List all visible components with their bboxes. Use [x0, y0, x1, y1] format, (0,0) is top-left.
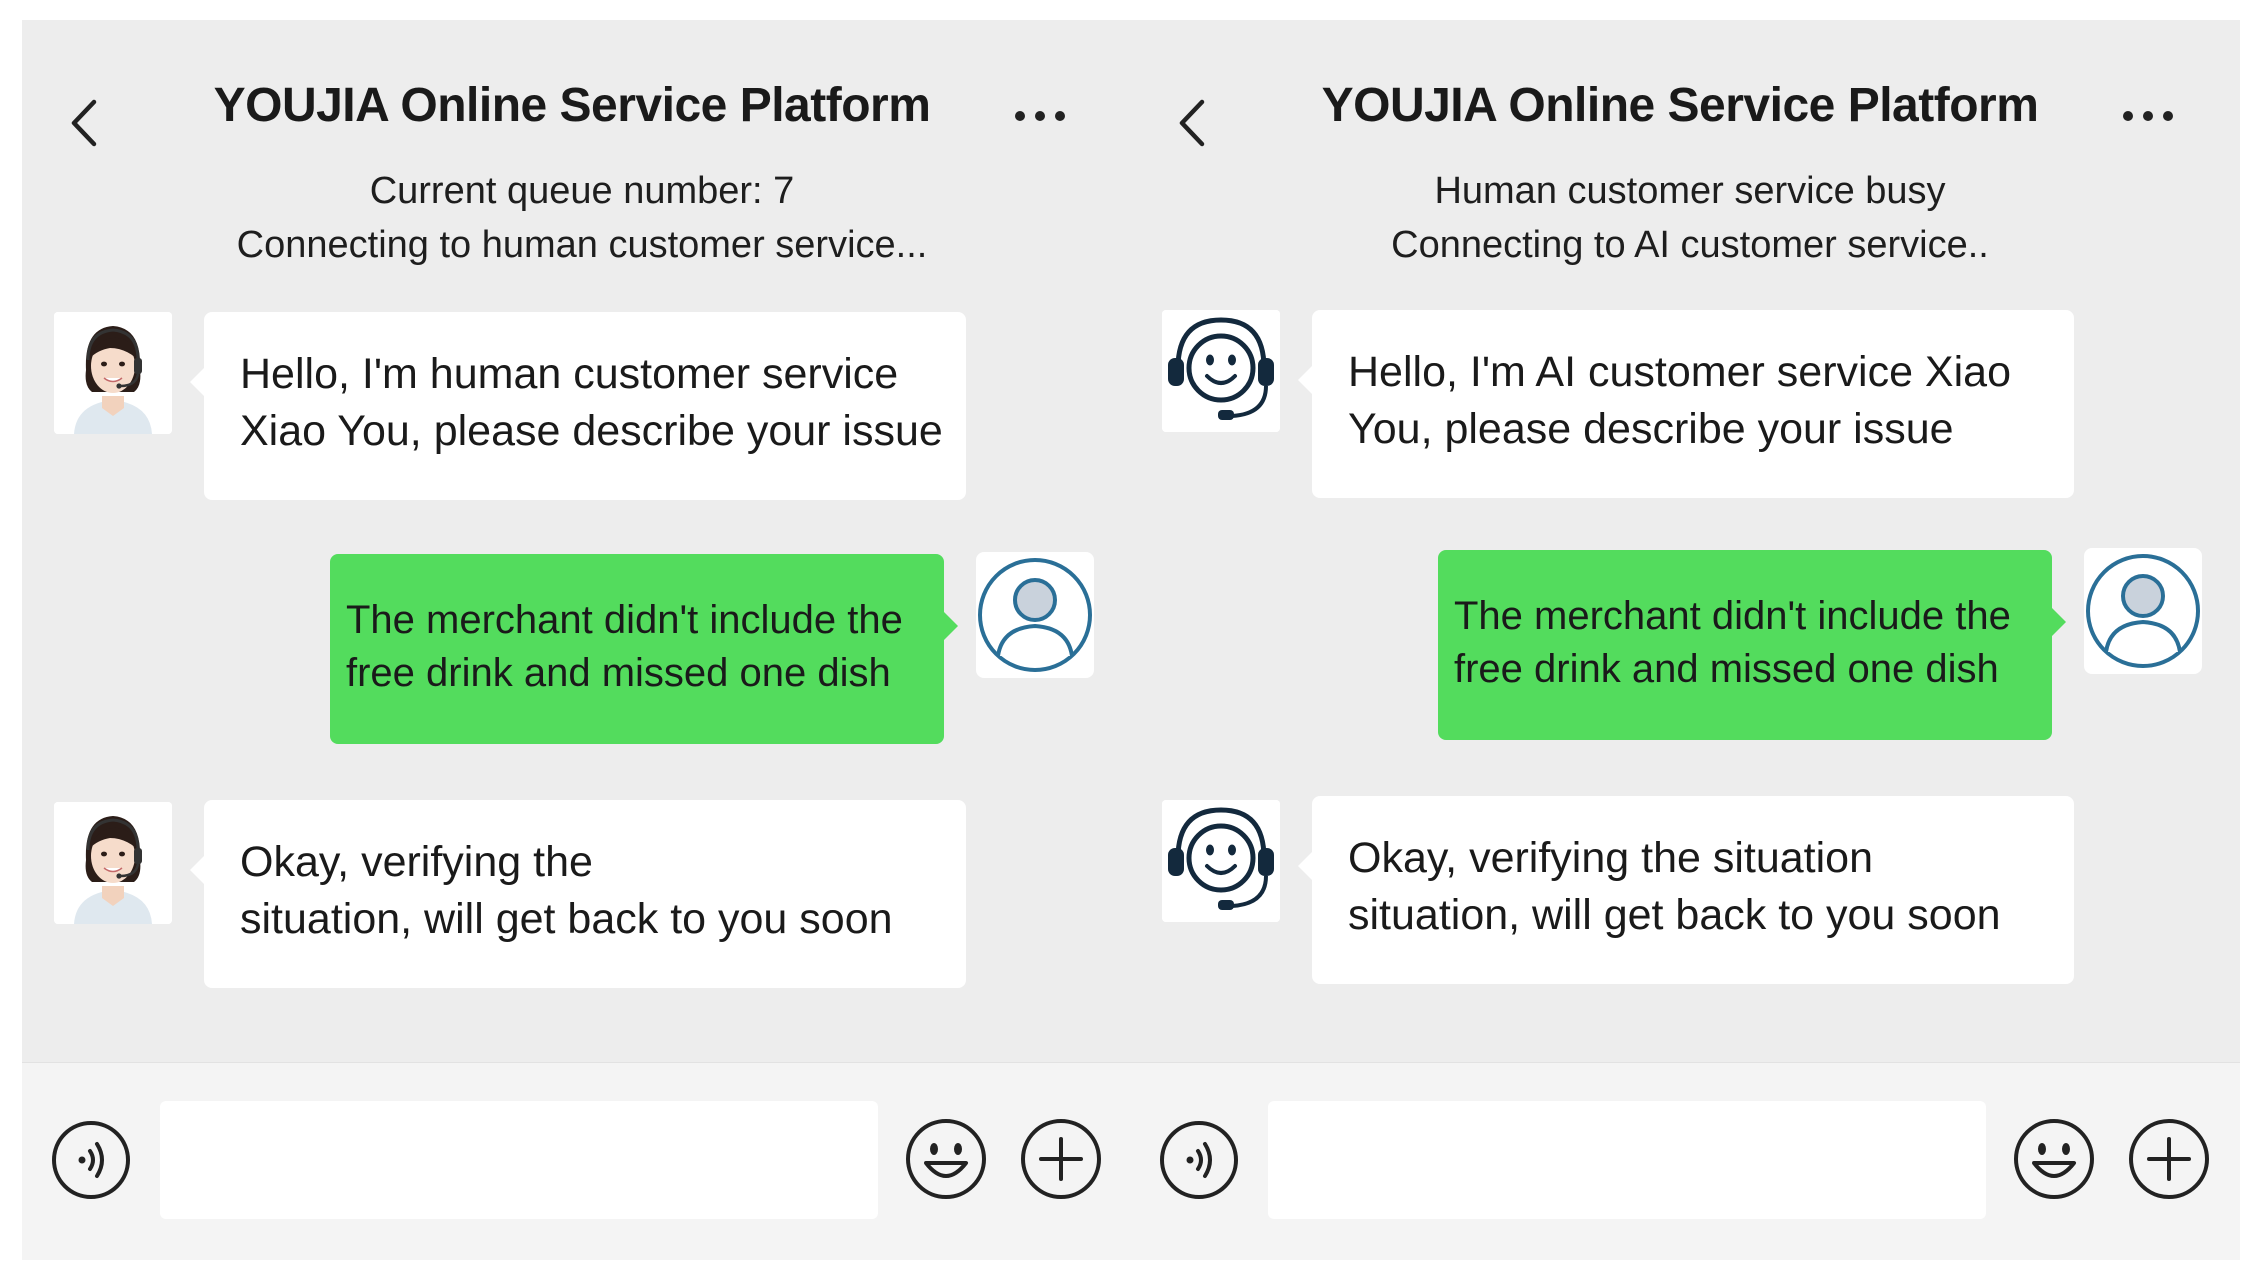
- page-title: YOUJIA Online Service Platform: [1321, 79, 2039, 132]
- ai-agent-avatar[interactable]: [1162, 310, 1280, 432]
- message-line: situation, will get back to you soon: [1348, 891, 2001, 939]
- message-line: Xiao You, please describe your issue: [240, 407, 943, 455]
- user-message: The merchant didn't include the free dri…: [1438, 550, 2066, 740]
- status-line: Connecting to human customer service...: [236, 224, 928, 266]
- plus-icon[interactable]: [1019, 1117, 1103, 1201]
- status-line: Current queue number: 7: [369, 170, 795, 212]
- message-line: You, please describe your issue: [1348, 405, 1954, 453]
- message-line: free drink and missed one dish: [346, 651, 891, 695]
- chat-panel-human: YOUJIA Online Service Platform Current q…: [22, 20, 1132, 1260]
- headset-smiley-icon: [1162, 800, 1280, 922]
- agent-message: Hello, I'm human customer service Xiao Y…: [190, 312, 966, 500]
- message-line: situation, will get back to you soon: [240, 895, 893, 943]
- user-icon: [2086, 554, 2200, 668]
- headset-smiley-icon: [1162, 310, 1280, 432]
- chat-panel-ai: YOUJIA Online Service Platform Human cus…: [1130, 20, 2240, 1260]
- connection-status: Human customer service busy Connecting t…: [1190, 164, 2190, 272]
- message-line: The merchant didn't include the: [346, 598, 903, 642]
- message-line: free drink and missed one dish: [1454, 647, 1999, 691]
- human-agent-avatar[interactable]: [54, 802, 172, 924]
- agent-message: Okay, verifying the situation situation,…: [1298, 796, 2074, 984]
- agent-message: Okay, verifying the situation, will get …: [190, 800, 966, 988]
- voice-icon[interactable]: [50, 1119, 132, 1201]
- more-dots-icon[interactable]: [1010, 104, 1070, 128]
- status-line: Human customer service busy: [1434, 170, 1946, 212]
- message-line: Okay, verifying the: [240, 838, 593, 886]
- emoji-icon[interactable]: [2012, 1117, 2096, 1201]
- page-title: YOUJIA Online Service Platform: [213, 79, 931, 132]
- message-line: Hello, I'm human customer service: [240, 350, 899, 398]
- agent-message: Hello, I'm AI customer service Xiao You,…: [1298, 310, 2074, 498]
- chevron-left-icon[interactable]: [1168, 88, 1216, 158]
- user-avatar[interactable]: [976, 552, 1094, 678]
- human-agent-avatar[interactable]: [54, 312, 172, 434]
- emoji-icon[interactable]: [904, 1117, 988, 1201]
- voice-icon[interactable]: [1158, 1119, 1240, 1201]
- chevron-left-icon[interactable]: [60, 88, 108, 158]
- ai-agent-avatar[interactable]: [1162, 800, 1280, 922]
- message-input[interactable]: [160, 1101, 878, 1219]
- input-bar: [22, 1062, 1132, 1260]
- message-line: The merchant didn't include the: [1454, 594, 2011, 638]
- user-avatar[interactable]: [2084, 548, 2202, 674]
- user-message: The merchant didn't include the free dri…: [330, 554, 958, 744]
- status-line: Connecting to AI customer service..: [1391, 224, 1989, 266]
- queue-status: Current queue number: 7 Connecting to hu…: [82, 164, 1082, 272]
- plus-icon[interactable]: [2127, 1117, 2211, 1201]
- more-dots-icon[interactable]: [2118, 104, 2178, 128]
- user-icon: [978, 558, 1092, 672]
- message-input[interactable]: [1268, 1101, 1986, 1219]
- message-line: Okay, verifying the situation: [1348, 834, 1874, 882]
- message-line: Hello, I'm AI customer service Xiao: [1348, 348, 2011, 396]
- input-bar: [1130, 1062, 2240, 1260]
